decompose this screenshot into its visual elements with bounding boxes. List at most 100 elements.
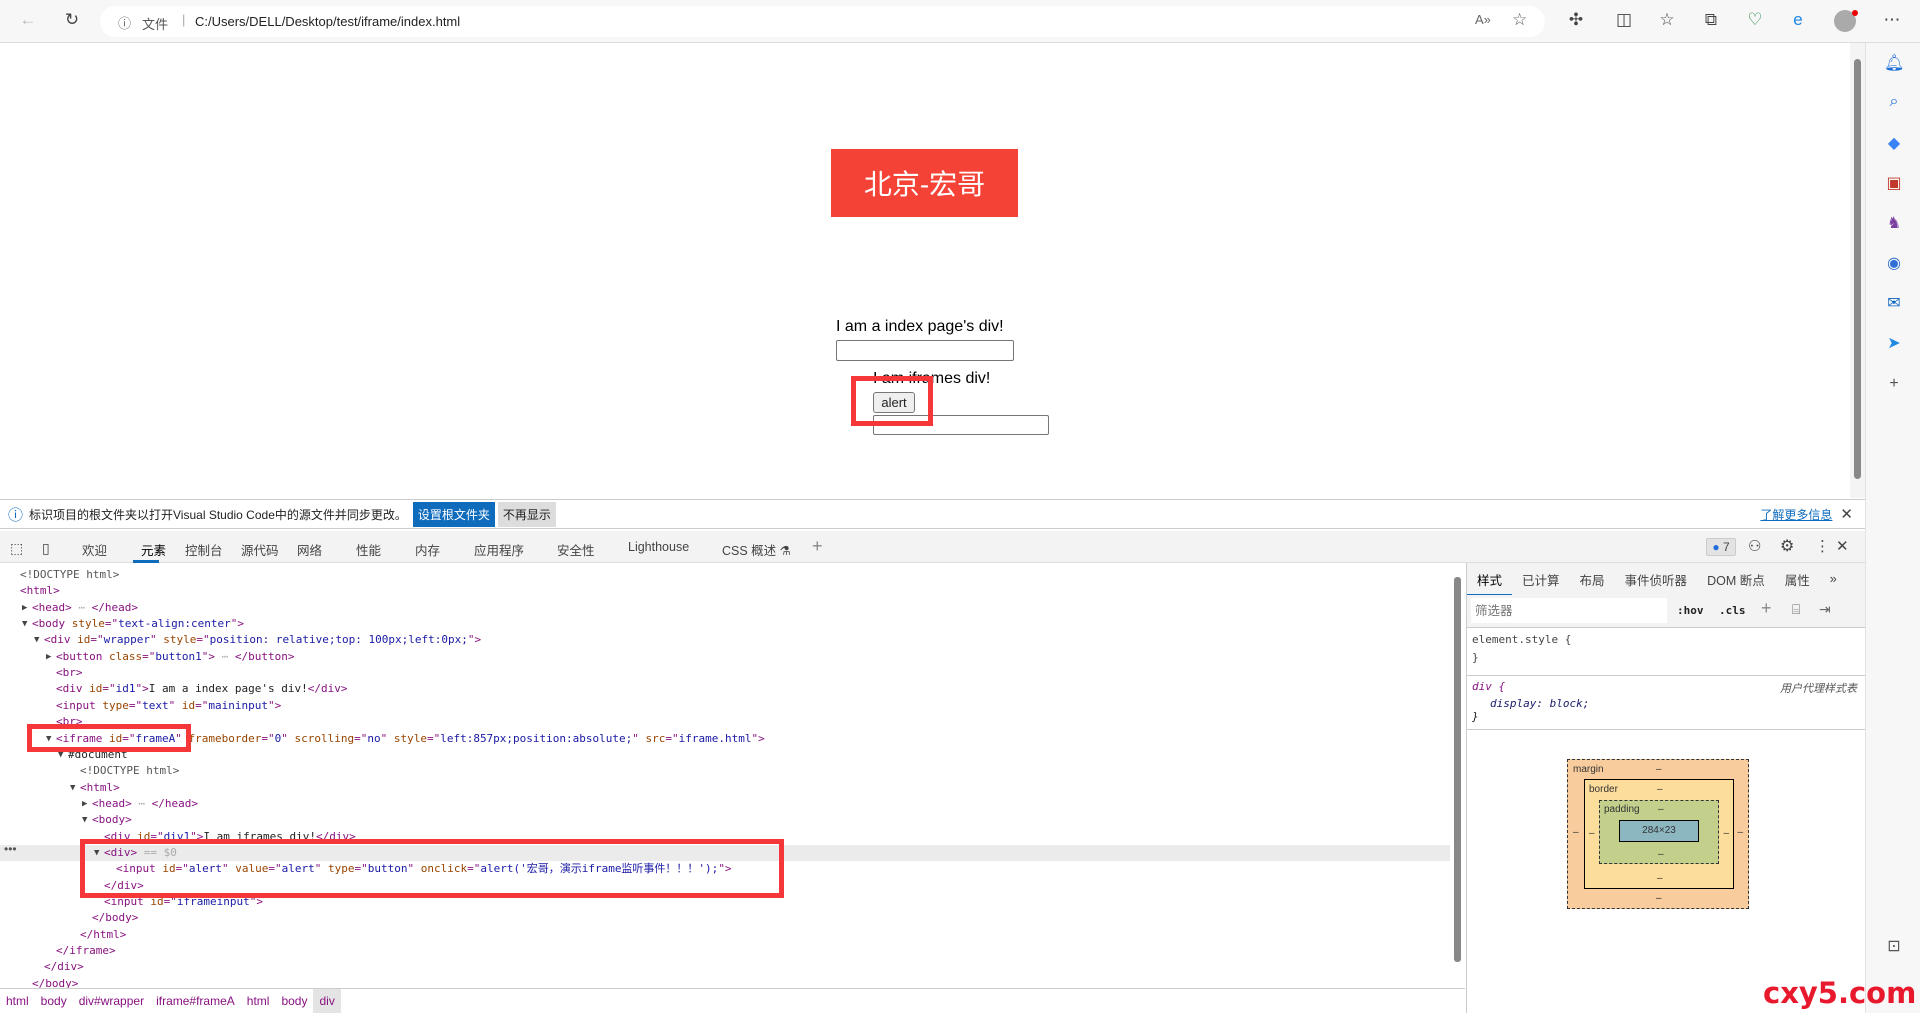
dom-node-row[interactable]: <br> [0, 714, 1450, 730]
dom-node-row[interactable]: <!DOCTYPE html> [0, 763, 1450, 779]
learn-more-link[interactable]: 了解更多信息 [1760, 506, 1832, 523]
scrollbar-thumb[interactable] [1854, 59, 1861, 479]
favorites-icon[interactable]: ☆ [1655, 10, 1679, 30]
elements-scrollbar[interactable] [1452, 567, 1462, 982]
set-root-folder-button[interactable]: 设置根文件夹 [412, 501, 495, 527]
page-scrollbar[interactable] [1850, 43, 1865, 498]
close-icon[interactable]: ✕ [1840, 505, 1853, 523]
scrollbar-thumb[interactable] [1454, 577, 1461, 962]
tag-icon[interactable]: ◆ [1884, 133, 1904, 153]
bell-icon[interactable]: 🔔︎ [1884, 53, 1904, 73]
dom-node-row[interactable]: <!DOCTYPE html> [0, 567, 1450, 583]
copilot-icon[interactable]: ◉ [1884, 253, 1904, 273]
refresh-icon[interactable]: ↻ [60, 10, 84, 30]
breadcrumb-item[interactable]: body [35, 989, 73, 1013]
tab-lighthouse[interactable]: Lighthouse [628, 540, 689, 554]
add-icon[interactable]: + [1884, 375, 1904, 393]
back-icon[interactable]: ← [16, 10, 40, 30]
dom-node-row[interactable]: ▼ <body> [0, 812, 1450, 828]
tab-application[interactable]: 应用程序 [474, 540, 524, 559]
tab-performance[interactable]: 性能 [356, 540, 381, 559]
settings-gear-icon[interactable]: ⚙ [1780, 536, 1794, 556]
dom-node-row[interactable]: </div> [0, 959, 1450, 975]
device-emulation-icon[interactable]: ▯ [42, 540, 50, 557]
breadcrumb-item[interactable]: html [241, 989, 276, 1013]
dom-node-row[interactable]: ▼ <iframe id="frameA" frameborder="0" scr… [0, 731, 1450, 747]
breadcrumb-item[interactable]: body [275, 989, 313, 1013]
issues-badge[interactable]: ● 7 [1706, 538, 1736, 556]
tab-console[interactable]: 控制台 [185, 540, 223, 559]
toggle-sidebar-icon[interactable]: ⇥ [1819, 601, 1831, 618]
more-tabs-add-icon[interactable]: + [812, 536, 823, 557]
tab-security[interactable]: 安全性 [557, 540, 595, 559]
outlook-icon[interactable]: ✉ [1884, 293, 1904, 313]
cls-toggle[interactable]: .cls [1719, 604, 1746, 617]
close-devtools-icon[interactable]: ✕ [1836, 537, 1849, 555]
tab-network[interactable]: 网络 [297, 540, 322, 559]
dom-node-row[interactable]: </html> [0, 927, 1450, 943]
split-screen-icon[interactable]: ◫ [1612, 10, 1636, 30]
banner-button[interactable]: 北京-宏哥 [831, 149, 1018, 217]
send-icon[interactable]: ➤ [1884, 333, 1904, 353]
tools-icon[interactable]: ▣ [1884, 173, 1904, 193]
dom-node-row[interactable]: ▼ #document [0, 747, 1450, 763]
expanded-triangle-icon[interactable]: ▼ [82, 812, 87, 828]
extensions-icon[interactable]: ✣ [1564, 10, 1588, 30]
url-text[interactable]: C:/Users/DELL/Desktop/test/iframe/index.… [195, 14, 460, 29]
games-icon[interactable]: ♞ [1884, 213, 1904, 233]
dont-show-again-button[interactable]: 不再显示 [497, 501, 556, 527]
more-menu-icon[interactable]: ⋯ [1880, 10, 1904, 30]
breadcrumb-item[interactable]: div#wrapper [73, 989, 150, 1013]
dom-node-row[interactable]: </body> [0, 910, 1450, 926]
dom-node-row[interactable]: ▶ <button class="button1"> ⋯ </button> [0, 649, 1450, 665]
collapsed-triangle-icon[interactable]: ▶ [46, 649, 51, 665]
more-tabs-chevron-icon[interactable]: » [1820, 572, 1847, 586]
ie-mode-icon[interactable]: e [1786, 10, 1810, 30]
breadcrumb-item-selected[interactable]: div [313, 989, 341, 1013]
customize-menu-icon[interactable]: ⋮ [1815, 537, 1830, 555]
dom-node-row[interactable]: ▼ <div id="wrapper" style="position: rela… [0, 632, 1450, 648]
dom-node-row[interactable]: <input type="text" id="maininput"> [0, 698, 1450, 714]
tab-memory[interactable]: 内存 [415, 540, 440, 559]
dom-node-row[interactable]: ▼ <body style="text-align:center"> [0, 616, 1450, 632]
tab-properties[interactable]: 属性 [1775, 570, 1820, 589]
rule-selector[interactable]: element.style { [1472, 633, 1860, 646]
collections-icon[interactable]: ⧉ [1699, 10, 1723, 30]
tab-layout[interactable]: 布局 [1570, 570, 1615, 589]
expanded-triangle-icon[interactable]: ▼ [34, 632, 39, 648]
dom-node-row[interactable]: ▶ <head> ⋯ </head> [0, 600, 1450, 616]
dom-node-row[interactable]: ▼ <html> [0, 780, 1450, 796]
expanded-triangle-icon[interactable]: ▼ [22, 616, 27, 632]
tab-dom-breakpoints[interactable]: DOM 断点 [1697, 570, 1775, 589]
feedback-icon[interactable]: ⚇ [1748, 537, 1761, 555]
collapsed-triangle-icon[interactable]: ▶ [82, 796, 87, 812]
favorite-star-icon[interactable]: ☆ [1512, 10, 1527, 30]
breadcrumb-item[interactable]: html [0, 989, 35, 1013]
hov-toggle[interactable]: :hov [1677, 604, 1704, 617]
expanded-triangle-icon[interactable]: ▼ [70, 780, 75, 796]
collapsed-triangle-icon[interactable]: ▶ [22, 600, 27, 616]
main-input[interactable] [836, 340, 1014, 361]
dom-node-row[interactable]: <html> [0, 583, 1450, 599]
address-bar[interactable]: ⓘ 文件 | C:/Users/DELL/Desktop/test/iframe… [100, 6, 1545, 37]
browser-essentials-icon[interactable]: ♡ [1743, 10, 1767, 30]
dom-node-row[interactable]: <div id="id1">I am a index page's div!</… [0, 681, 1450, 697]
tab-sources[interactable]: 源代码 [241, 540, 279, 559]
info-icon[interactable]: ⓘ [118, 13, 131, 32]
tab-event-listeners[interactable]: 事件侦听器 [1615, 570, 1698, 589]
paint-brush-icon[interactable]: ⌸ [1792, 601, 1800, 618]
tab-css-overview[interactable]: CSS 概述 ⚗ [722, 540, 791, 559]
screenshot-icon[interactable]: ⊡ [1884, 936, 1904, 956]
breadcrumb-item[interactable]: iframe#frameA [150, 989, 241, 1013]
row-more-icon[interactable]: ••• [4, 842, 17, 856]
dom-node-row[interactable]: <br> [0, 665, 1450, 681]
dom-node-row[interactable]: </iframe> [0, 943, 1450, 959]
new-rule-plus-icon[interactable]: + [1761, 598, 1772, 619]
tab-welcome[interactable]: 欢迎 [82, 540, 107, 559]
inspect-element-icon[interactable]: ⬚ [10, 540, 23, 557]
search-icon[interactable]: ⌕ [1884, 93, 1904, 111]
tab-styles[interactable]: 样式 [1467, 562, 1513, 597]
dom-node-row[interactable]: ▶ <head> ⋯ </head> [0, 796, 1450, 812]
styles-filter-input[interactable] [1471, 598, 1667, 623]
tab-computed[interactable]: 已计算 [1512, 570, 1570, 589]
